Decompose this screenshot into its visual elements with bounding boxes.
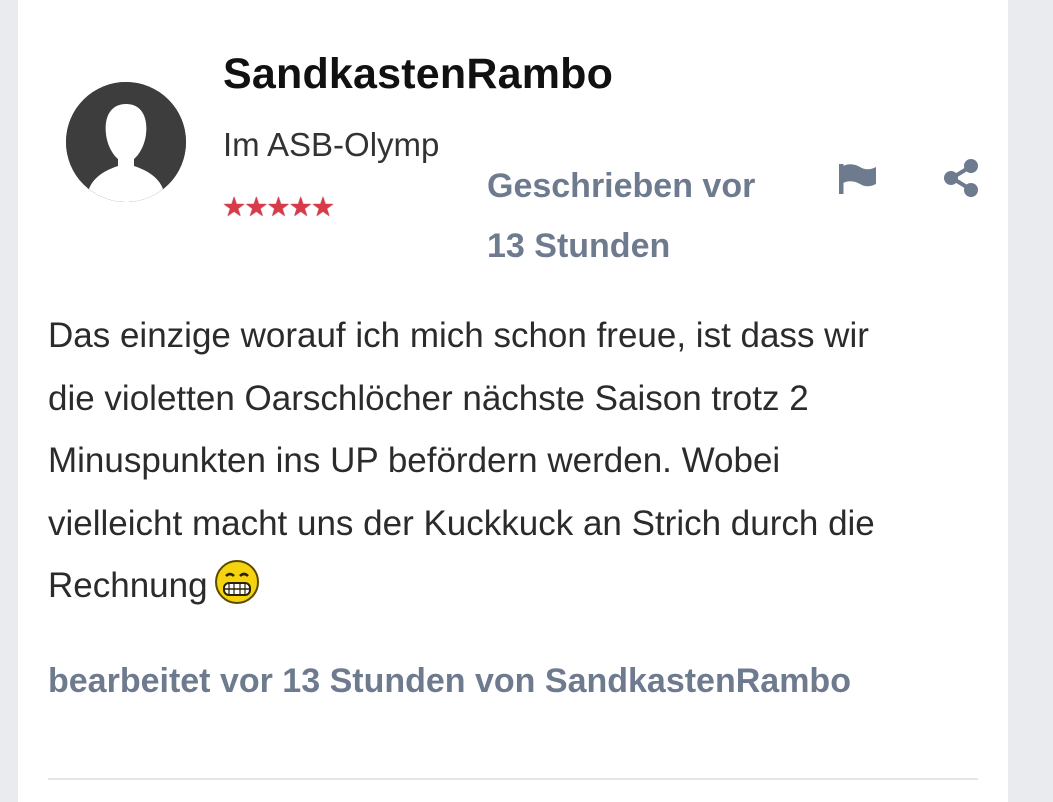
share-icon xyxy=(944,159,978,197)
post-content-last-line: Rechnung xyxy=(48,555,988,618)
post-content-line: Das einzige worauf ich mich schon freue,… xyxy=(48,316,869,355)
default-avatar-silhouette-icon xyxy=(66,82,186,202)
author-name[interactable]: SandkastenRambo xyxy=(223,50,613,99)
avatar[interactable] xyxy=(66,82,186,202)
forum-post-card: SandkastenRambo Im ASB-Olymp ★★★★★ Gesch… xyxy=(18,0,1008,802)
report-button[interactable] xyxy=(836,160,880,198)
post-content-line: Rechnung xyxy=(48,566,208,605)
post-date-line2: 13 Stunden xyxy=(487,227,671,265)
flag-icon xyxy=(839,164,876,194)
edit-note: bearbeitet vor 13 Stunden von Sandkasten… xyxy=(48,662,851,700)
post-content-line: Minuspunkten ins UP befördern werden. Wo… xyxy=(48,441,781,480)
rank-stars: ★★★★★ xyxy=(222,192,335,222)
post-content-line: die violetten Oarschlöcher nächste Saiso… xyxy=(48,378,809,418)
share-button[interactable] xyxy=(940,158,982,198)
post-content: Das einzige worauf ich mich schon freue,… xyxy=(48,305,988,618)
post-content-line: vielleicht macht uns der Kuckkuck an Str… xyxy=(48,503,875,543)
author-rank: Im ASB-Olymp xyxy=(223,126,440,163)
grinning-teeth-emoji-icon xyxy=(214,560,259,604)
divider xyxy=(48,778,978,780)
post-date-line1: Geschrieben vor xyxy=(487,167,756,205)
post-date-link[interactable]: Geschrieben vor 13 Stunden xyxy=(487,156,797,276)
